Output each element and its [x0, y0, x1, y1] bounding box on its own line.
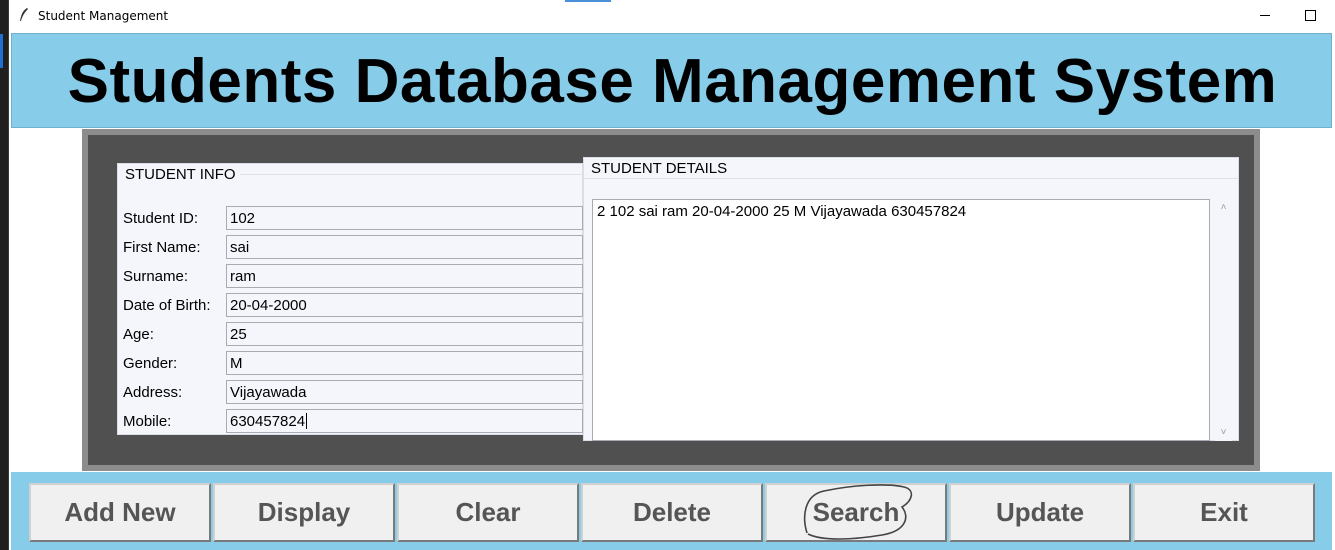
gender-input[interactable]: M [226, 351, 583, 375]
listbox-scrollbar[interactable]: ˄ ˅ [1215, 199, 1232, 441]
clear-button[interactable]: Clear [397, 483, 579, 542]
address-label: Address: [123, 384, 183, 401]
button-bar: Add New Display Clear Delete Search Upda… [11, 472, 1332, 550]
delete-button[interactable]: Delete [581, 483, 763, 542]
surname-label: Surname: [123, 268, 189, 285]
page-title: Students Database Management System [67, 47, 1278, 116]
field-gender: Gender: M [118, 351, 584, 377]
age-input[interactable]: 25 [226, 322, 583, 346]
title-bar: Student Management [9, 0, 1335, 31]
frame-border-line [584, 178, 1238, 179]
age-label: Age: [123, 326, 154, 343]
date-of-birth-input[interactable]: 20-04-2000 [226, 293, 583, 317]
update-button[interactable]: Update [949, 483, 1131, 542]
main-inner-panel: STUDENT INFO Student ID: 102 First Name:… [88, 135, 1254, 465]
address-input[interactable]: Vijayawada [226, 380, 583, 404]
desktop-accent [0, 34, 3, 68]
display-button[interactable]: Display [213, 483, 395, 542]
student-details-frame: STUDENT DETAILS 2 102 sai ram 20-04-2000… [583, 157, 1239, 441]
main-frame: STUDENT INFO Student ID: 102 First Name:… [82, 129, 1260, 471]
student-info-frame: STUDENT INFO Student ID: 102 First Name:… [117, 163, 583, 435]
window-title: Student Management [38, 9, 169, 23]
student-id-input[interactable]: 102 [226, 206, 583, 230]
chevron-up-icon[interactable]: ˄ [1219, 203, 1228, 213]
gender-label: Gender: [123, 355, 178, 372]
field-address: Address: Vijayawada [118, 380, 584, 406]
search-button-label: Search [812, 497, 900, 527]
minimize-icon[interactable] [1258, 8, 1274, 24]
student-details-title: STUDENT DETAILS [589, 160, 730, 177]
chevron-down-icon[interactable]: ˅ [1219, 428, 1228, 438]
frame-border-line [240, 174, 583, 175]
feather-icon [20, 8, 28, 21]
desktop-background [0, 0, 8, 550]
surname-input[interactable]: ram [226, 264, 583, 288]
mobile-label: Mobile: [123, 413, 172, 430]
field-mobile: Mobile: 630457824 [118, 409, 584, 435]
field-age: Age: 25 [118, 322, 584, 348]
first-name-input[interactable]: sai [226, 235, 583, 259]
field-surname: Surname: ram [118, 264, 584, 290]
exit-button[interactable]: Exit [1133, 483, 1315, 542]
app-window: Student Management Students Database Man… [8, 0, 1335, 550]
taskbar-accent [565, 0, 611, 2]
header-banner: Students Database Management System [11, 33, 1332, 128]
student-info-title: STUDENT INFO [123, 166, 238, 183]
maximize-icon[interactable] [1303, 8, 1319, 24]
search-button[interactable]: Search [765, 483, 947, 542]
mobile-value: 630457824 [230, 413, 306, 430]
student-id-label: Student ID: [123, 210, 199, 227]
first-name-label: First Name: [123, 239, 201, 256]
field-student-id: Student ID: 102 [118, 206, 584, 232]
field-first-name: First Name: sai [118, 235, 584, 261]
student-records-listbox[interactable]: 2 102 sai ram 20-04-2000 25 M Vijayawada… [592, 199, 1210, 441]
mobile-input[interactable]: 630457824 [226, 409, 583, 433]
field-date-of-birth: Date of Birth: 20-04-2000 [118, 293, 584, 319]
date-of-birth-label: Date of Birth: [123, 297, 211, 314]
list-item[interactable]: 2 102 sai ram 20-04-2000 25 M Vijayawada… [597, 203, 966, 220]
add-new-button[interactable]: Add New [29, 483, 211, 542]
